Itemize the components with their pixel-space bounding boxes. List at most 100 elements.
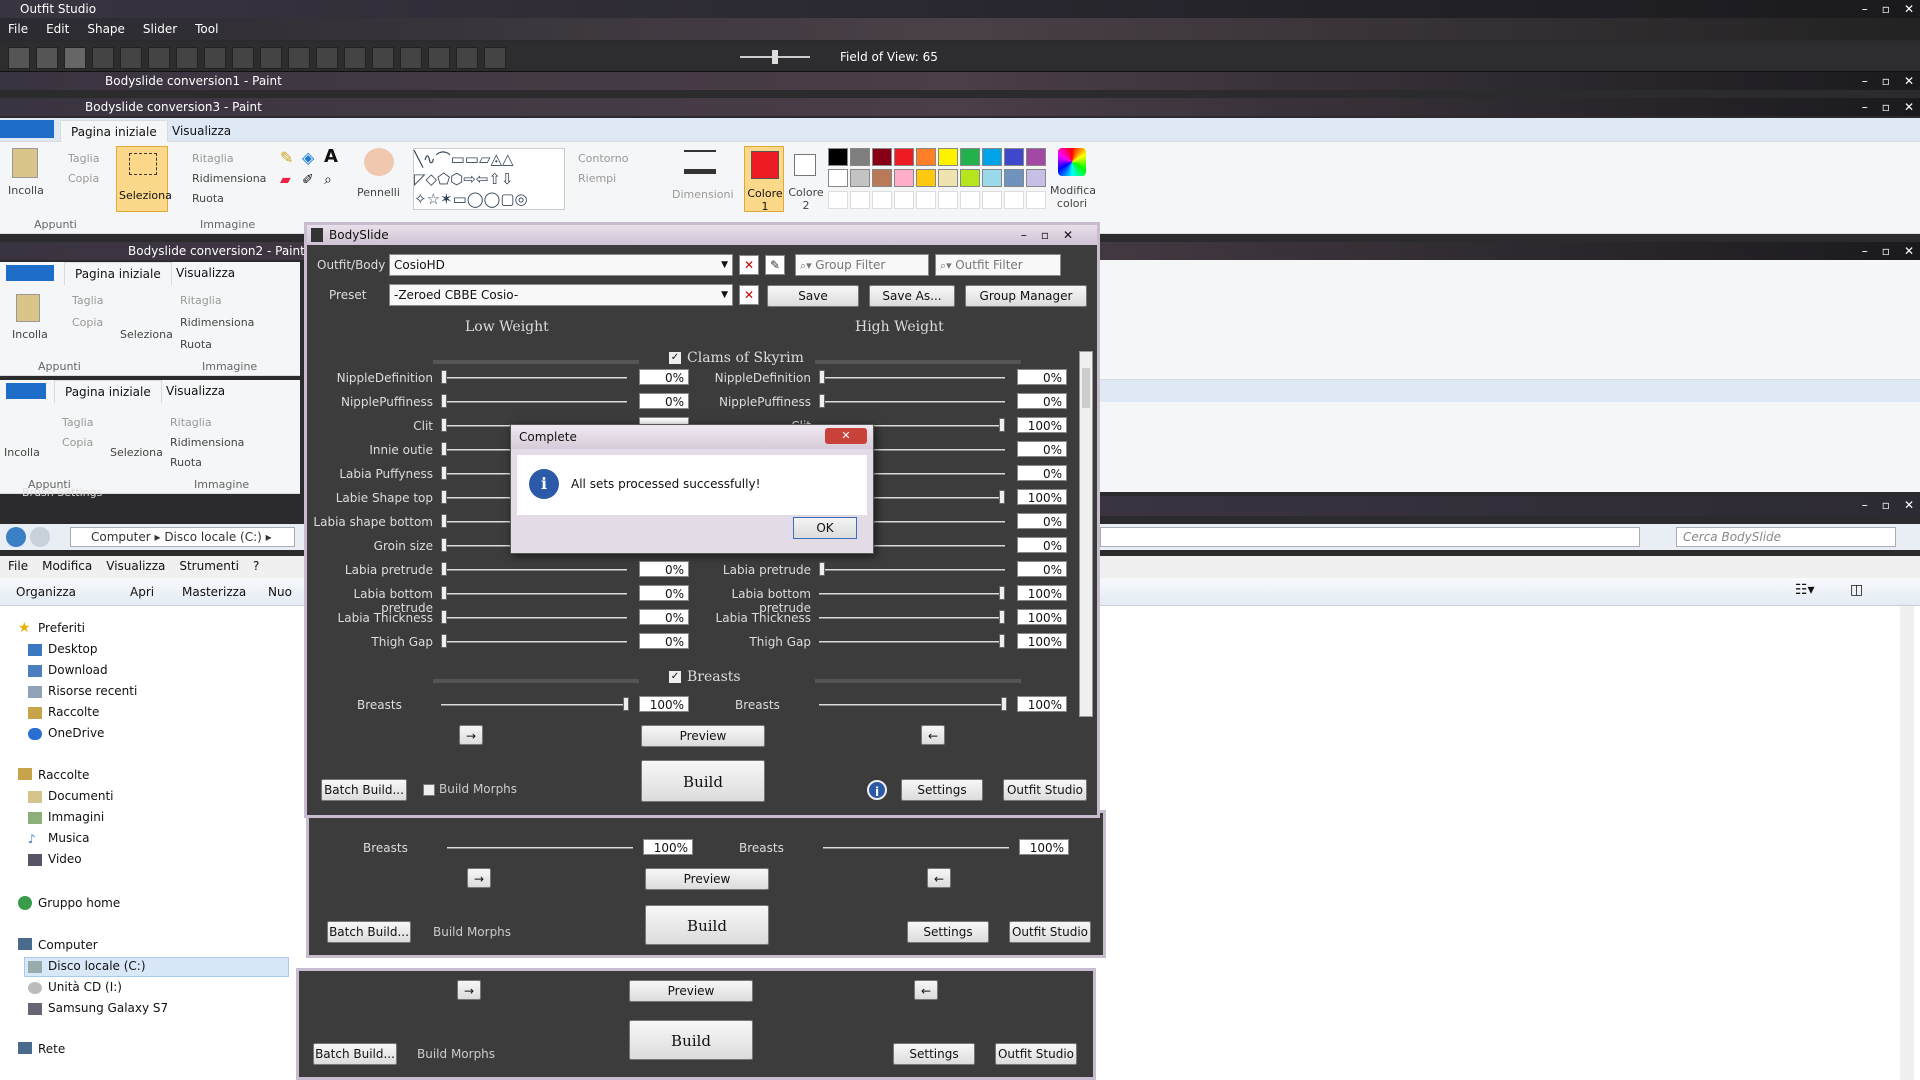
open-button[interactable]: Apri <box>130 585 154 599</box>
color1-button[interactable]: Colore 1 <box>744 146 784 213</box>
nav-galaxy[interactable]: Samsung Galaxy S7 <box>48 1001 168 1015</box>
bg2-batch-build-button[interactable]: Batch Build... <box>313 1043 397 1065</box>
scrollbar-thumb[interactable] <box>1082 368 1090 408</box>
palette-swatch[interactable] <box>850 148 870 166</box>
slider-high-track[interactable] <box>819 617 1005 619</box>
explorer-menu-edit[interactable]: Modifica <box>42 556 92 578</box>
slider-low-thumb[interactable] <box>441 442 447 456</box>
fov-slider-thumb[interactable] <box>772 50 778 64</box>
batch-build-button[interactable]: Batch Build... <box>321 779 407 801</box>
flip-tool-icon[interactable] <box>344 47 366 69</box>
address-right[interactable] <box>1100 527 1640 547</box>
outfit-studio-button[interactable]: Outfit Studio <box>1003 779 1087 801</box>
slider-low-thumb[interactable] <box>441 610 447 624</box>
tab-visualizza[interactable]: Visualizza <box>162 120 241 142</box>
nav-libraries-fav[interactable]: Raccolte <box>48 705 99 719</box>
inflate-tool-icon[interactable] <box>120 47 142 69</box>
eraser-icon[interactable]: ▰ <box>280 172 291 188</box>
slider-high-value[interactable]: 0% <box>1017 537 1067 553</box>
slider-high-track[interactable] <box>819 641 1005 643</box>
maximize-icon[interactable]: ▫ <box>1882 0 1890 18</box>
vertex-tool-icon[interactable] <box>428 47 450 69</box>
paste-icon[interactable] <box>12 148 38 178</box>
breasts-high-slider[interactable] <box>819 704 1005 706</box>
slider-low-track[interactable] <box>441 401 627 403</box>
bg1-settings-button[interactable]: Settings <box>907 921 989 943</box>
slider-low-thumb[interactable] <box>441 514 447 528</box>
transform-tool-icon[interactable] <box>36 47 58 69</box>
cut-label[interactable]: Taglia <box>68 152 99 165</box>
palette-swatch[interactable] <box>1026 148 1046 166</box>
back-icon[interactable] <box>6 527 26 547</box>
close-icon[interactable]: ✕ <box>1904 242 1914 260</box>
paste-label[interactable]: Incolla <box>8 184 44 197</box>
palette-swatch[interactable] <box>938 148 958 166</box>
bg1-preview-button[interactable]: Preview <box>645 868 769 890</box>
picker-icon[interactable]: ✐ <box>302 172 314 188</box>
wireframe-tool-icon[interactable] <box>400 47 422 69</box>
preview-pane-icon[interactable]: ◫ <box>1850 582 1863 598</box>
paste-label[interactable]: Incolla <box>4 446 40 459</box>
palette-empty-swatch[interactable] <box>872 190 892 209</box>
group-manager-button[interactable]: Group Manager <box>965 285 1087 307</box>
nav-computer[interactable]: Computer <box>38 938 98 952</box>
close-icon[interactable]: ✕ <box>825 428 867 444</box>
slider-low-thumb[interactable] <box>441 562 447 576</box>
slider-high-value[interactable]: 100% <box>1017 585 1067 601</box>
color-tool-icon[interactable] <box>260 47 282 69</box>
save-as-button[interactable]: Save As... <box>869 285 955 307</box>
bg2-build-morphs-label[interactable]: Build Morphs <box>417 1047 495 1061</box>
bg1-breasts-high-slider[interactable] <box>823 847 1009 849</box>
color2-swatch[interactable] <box>794 154 816 176</box>
nav-images[interactable]: Immagini <box>48 810 104 824</box>
palette-swatch[interactable] <box>960 169 980 188</box>
brushes-icon[interactable] <box>364 148 394 176</box>
paint-extra-tab-home[interactable]: Pagina iniziale <box>54 380 162 403</box>
maximize-icon[interactable]: ▫ <box>1882 72 1890 90</box>
slider-high-thumb[interactable] <box>999 610 1005 624</box>
menu-shape[interactable]: Shape <box>87 18 125 40</box>
minimize-icon[interactable]: – <box>1862 0 1868 18</box>
bg2-arrow-right-button[interactable]: ← <box>914 980 938 1000</box>
nav-homegroup[interactable]: Gruppo home <box>38 896 120 910</box>
slider-low-thumb[interactable] <box>441 394 447 408</box>
palette-swatch[interactable] <box>1004 148 1024 166</box>
group-filter-input[interactable]: ⌕▾ Group Filter <box>795 254 929 276</box>
paint2-menu-button[interactable] <box>6 265 54 281</box>
slider-high-track[interactable] <box>819 593 1005 595</box>
bg1-breasts-high-value[interactable]: 100% <box>1019 839 1069 855</box>
breadcrumb[interactable]: Computer ▸ Disco locale (C:) ▸ <box>70 527 295 547</box>
nav-documents[interactable]: Documenti <box>48 789 114 803</box>
palette-swatch[interactable] <box>1004 169 1024 188</box>
slider-high-thumb[interactable] <box>999 490 1005 504</box>
outfit-select[interactable]: CosioHD ▼ <box>389 254 733 276</box>
slider-low-thumb[interactable] <box>441 634 447 648</box>
slider-low-track[interactable] <box>441 377 627 379</box>
bg1-build-button[interactable]: Build <box>645 905 769 945</box>
minimize-icon[interactable]: – <box>1862 72 1868 90</box>
palette-swatch[interactable] <box>982 169 1002 188</box>
nav-cd[interactable]: Unità CD (I:) <box>48 980 122 994</box>
nav-libraries[interactable]: Raccolte <box>38 768 89 782</box>
palette-swatch[interactable] <box>960 148 980 166</box>
cut-label[interactable]: Taglia <box>72 294 103 307</box>
slider-high-thumb[interactable] <box>819 370 825 384</box>
palette-swatch[interactable] <box>916 169 936 188</box>
slider-high-value[interactable]: 0% <box>1017 369 1067 385</box>
palette-empty-swatch[interactable] <box>916 190 936 209</box>
palette-empty-swatch[interactable] <box>982 190 1002 209</box>
bg1-outfit-studio-button[interactable]: Outfit Studio <box>1009 921 1091 943</box>
palette-swatch[interactable] <box>894 148 914 166</box>
minimize-icon[interactable]: – <box>1862 242 1868 260</box>
bg1-breasts-low-slider[interactable] <box>447 847 633 849</box>
scrollbar[interactable] <box>1900 606 1914 1080</box>
tab-pagina-iniziale[interactable]: Pagina iniziale <box>60 120 168 143</box>
view-options-icon[interactable]: ☷▾ <box>1795 582 1815 598</box>
slider-high-value[interactable]: 0% <box>1017 465 1067 481</box>
paste-label[interactable]: Incolla <box>12 328 48 341</box>
maximize-icon[interactable]: ▫ <box>1882 496 1890 514</box>
menu-slider[interactable]: Slider <box>143 18 177 40</box>
paint-menu-button[interactable] <box>0 120 54 138</box>
minimize-icon[interactable]: – <box>1862 98 1868 116</box>
bg2-arrow-left-button[interactable]: → <box>457 980 481 1000</box>
